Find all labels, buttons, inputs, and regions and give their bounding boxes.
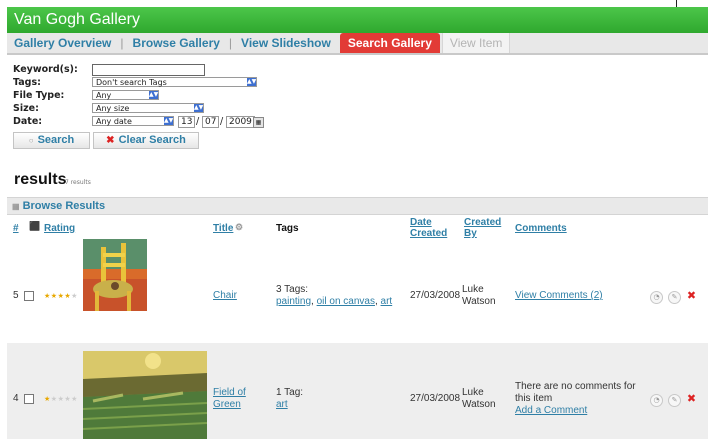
app-title: Van Gogh Gallery [7,7,708,33]
search-button-label: Search [37,134,75,146]
date-day-input[interactable]: 13 [178,116,196,128]
star-empty-icon[interactable]: ★ [71,292,78,300]
rating-stars[interactable]: ★★★★★ [44,395,78,403]
tab-separator: | [228,36,233,50]
search-button[interactable]: ○ Search [13,132,90,149]
calendar-icon[interactable]: ▦ [253,117,264,128]
rating-icon: ⬛ [29,221,41,231]
date-select-value: Any date [96,117,132,126]
col-header-number[interactable]: # [13,223,19,234]
size-select[interactable]: Any size ▲▼ [92,103,204,113]
col-header-comments[interactable]: Comments [515,223,567,234]
tab-separator: | [120,36,124,50]
edit-icon[interactable]: ✎ [668,291,681,304]
sort-icon[interactable]: ⚙ [235,222,243,233]
red-x-icon: ✖ [106,135,115,146]
browse-results-title: Browse Results [22,200,106,212]
filetype-label: File Type: [13,90,65,101]
chevron-updown-icon: ▲▼ [194,104,204,112]
view-icon[interactable]: ◔ [650,394,663,407]
chevron-updown-icon: ▲▼ [164,117,174,125]
date-created-value: 27/03/2008 [410,290,461,301]
chevron-updown-icon: ▲▼ [149,91,159,99]
star-filled-icon[interactable]: ★ [44,292,51,300]
magnifier-icon: ○ [28,136,34,145]
table-row[interactable]: 5 ★★★★★ Chair 3 Tags: painting, oil on c… [7,239,708,343]
tab-bar: Gallery Overview | Browse Gallery | View… [7,33,708,55]
add-comment-link[interactable]: Add a Comment [515,405,643,417]
created-by-value: Luke Watson [462,387,496,410]
results-title: results [14,171,67,188]
results-count: 7 results [65,179,91,186]
star-filled-icon[interactable]: ★ [51,292,58,300]
clear-search-button-label: Clear Search [118,134,186,146]
gallery-window: Van Gogh Gallery Gallery Overview | Brow… [7,7,708,439]
filetype-select-value: Any [96,91,112,100]
delete-icon[interactable]: ✖ [686,290,697,301]
star-filled-icon[interactable]: ★ [44,395,51,403]
tags-summary: 1 Tag: [276,387,304,398]
tag-link[interactable]: art [276,399,288,410]
tag-link[interactable]: art [381,296,393,307]
col-header-date-created[interactable]: Date Created [410,217,447,239]
no-comments-text: There are no comments for this item [515,381,636,404]
date-month-input[interactable]: 07 [202,116,220,128]
clear-search-button[interactable]: ✖ Clear Search [93,132,199,149]
date-created-value: 27/03/2008 [410,393,461,404]
row-actions: ◔ ✎ ✖ [650,290,702,304]
size-label: Size: [13,103,39,114]
edit-icon[interactable]: ✎ [668,394,681,407]
page-top-edge [0,0,708,7]
browse-results-header[interactable]: ▦ Browse Results [7,197,708,215]
col-header-title[interactable]: Title [213,223,233,234]
created-by-value: Luke Watson [462,284,496,307]
keywords-input[interactable] [92,64,205,76]
tab-browse-gallery[interactable]: Browse Gallery [126,33,227,53]
tab-view-item: View Item [441,33,511,53]
tags-cell: 1 Tag: art [276,387,406,411]
tags-label: Tags: [13,77,41,88]
tab-search-gallery[interactable]: Search Gallery [339,33,440,53]
tab-view-slideshow[interactable]: View Slideshow [234,33,338,53]
row-number: 4 [13,393,19,404]
rating-stars[interactable]: ★★★★★ [44,292,78,300]
delete-icon[interactable]: ✖ [686,393,697,404]
table-row[interactable]: 4 ★★★★★ Field of Green 1 Tag: art 27/03/… [7,343,708,439]
comments-cell: There are no comments for this item Add … [515,381,643,417]
date-select[interactable]: Any date ▲▼ [92,116,174,126]
thumbnail-chair[interactable] [83,239,147,311]
view-comments-link[interactable]: View Comments (2) [515,290,603,302]
col-header-rating[interactable]: Rating [44,223,75,234]
tags-list: painting, oil on canvas, art [276,296,393,307]
tag-link[interactable]: painting [276,296,311,307]
star-empty-icon[interactable]: ★ [71,395,78,403]
date-separator: / [196,116,200,127]
chevron-updown-icon: ▲▼ [247,78,257,86]
thumbnail-field-of-green[interactable] [83,351,207,439]
col-header-tags: Tags [276,223,299,234]
tags-select[interactable]: Don't search Tags ▲▼ [92,77,257,87]
tags-select-value: Don't search Tags [96,78,167,87]
date-year-input[interactable]: 2009 [226,116,255,128]
tag-link[interactable]: oil on canvas [317,296,375,307]
keywords-label: Keyword(s): [13,64,78,75]
tags-cell: 3 Tags: painting, oil on canvas, art [276,284,406,308]
view-icon[interactable]: ◔ [650,291,663,304]
row-select-checkbox[interactable] [24,291,34,301]
col-header-created-by[interactable]: Created By [464,217,504,239]
row-actions: ◔ ✎ ✖ [650,393,702,407]
grip-icon: ▦ [12,202,20,211]
row-number: 5 [13,290,19,301]
tags-list: art [276,399,406,411]
tab-gallery-overview[interactable]: Gallery Overview [7,33,118,53]
row-select-checkbox[interactable] [24,394,34,404]
tags-summary: 3 Tags: [276,284,309,295]
date-separator: / [220,116,224,127]
star-empty-icon[interactable]: ★ [51,395,58,403]
size-select-value: Any size [96,104,130,113]
item-title-link[interactable]: Field of Green [213,387,253,411]
item-title-link[interactable]: Chair [213,290,237,302]
filetype-select[interactable]: Any ▲▼ [92,90,159,100]
date-label: Date: [13,116,43,127]
